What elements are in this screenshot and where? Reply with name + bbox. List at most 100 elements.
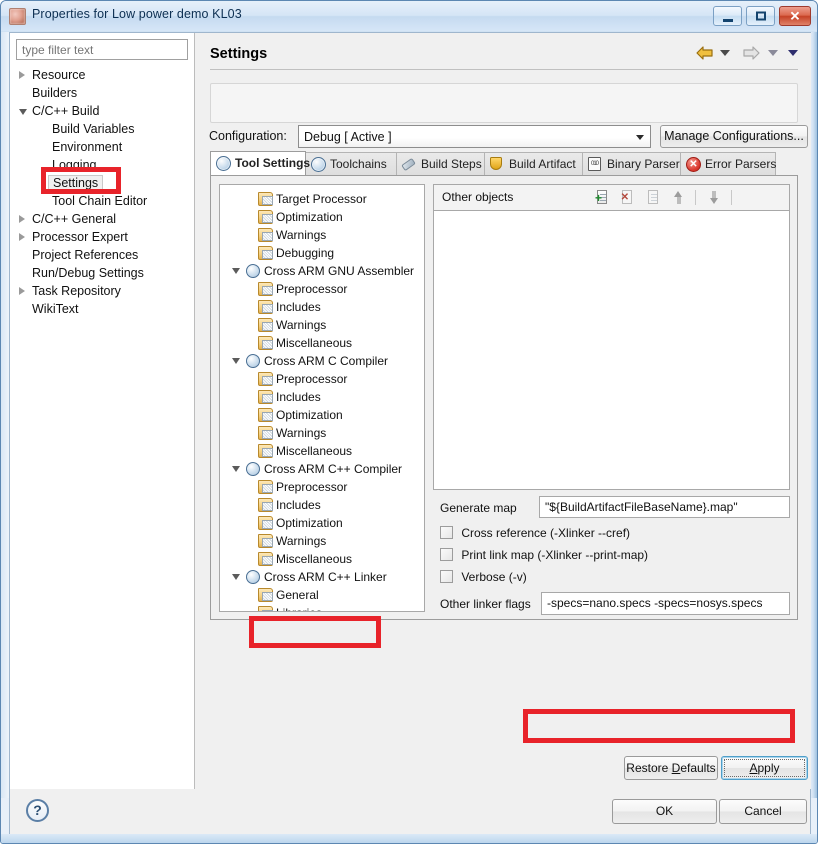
sidebar-item-project-references[interactable]: Project References (10, 246, 195, 264)
properties-page-tree: ResourceBuildersC/C++ BuildBuild Variabl… (10, 66, 195, 318)
verbose-label: Verbose (-v) (461, 570, 526, 584)
tool-tree-item-label: Preprocessor (276, 370, 347, 388)
add-icon[interactable]: + (594, 189, 610, 206)
tool-tree-item[interactable]: Debugging (220, 244, 424, 262)
tab-toolchains[interactable]: Toolchains (305, 152, 397, 175)
tool-tree-item-label: Optimization (276, 406, 343, 424)
back-arrow-icon[interactable] (695, 45, 714, 61)
tree-collapsed-arrow-icon[interactable] (19, 287, 25, 295)
tab-label: Error Parsers (705, 157, 776, 171)
tab-label: Binary Parsers (607, 157, 686, 171)
tool-options-tree[interactable]: Target ProcessorOptimizationWarningsDebu… (219, 184, 425, 612)
maximize-button[interactable] (746, 6, 775, 26)
sidebar-item-wikitext[interactable]: WikiText (10, 300, 195, 318)
minimize-button[interactable] (713, 6, 742, 26)
sidebar-item-builders[interactable]: Builders (10, 84, 195, 102)
tree-expanded-arrow-icon[interactable] (19, 109, 27, 115)
back-nav-group[interactable] (695, 45, 733, 61)
tree-expanded-arrow-icon[interactable] (232, 358, 240, 364)
configuration-select[interactable]: Debug [ Active ] (298, 125, 651, 148)
tree-collapsed-arrow-icon[interactable] (19, 71, 25, 79)
tool-tree-item[interactable]: Preprocessor (220, 280, 424, 298)
tool-tree-item[interactable]: Optimization (220, 406, 424, 424)
tree-collapsed-arrow-icon[interactable] (19, 233, 25, 241)
sidebar-item-environment[interactable]: Environment (10, 138, 195, 156)
sidebar-item-label: Resource (32, 66, 86, 84)
folder-icon (258, 300, 273, 314)
other-linker-flags-input[interactable]: -specs=nano.specs -specs=nosys.specs (541, 592, 790, 615)
help-button[interactable]: ? (26, 799, 49, 822)
folder-icon (258, 336, 273, 350)
tab-tool-settings[interactable]: Tool Settings (210, 151, 306, 175)
tool-tree-item[interactable]: Miscellaneous (220, 334, 424, 352)
sidebar-item-c-c-build[interactable]: C/C++ Build (10, 102, 195, 120)
tool-tree-item[interactable]: Libraries (220, 604, 424, 612)
tab-build-steps[interactable]: Build Steps (396, 152, 485, 175)
print-link-map-checkbox-row[interactable]: Print link map (-Xlinker --print-map) (440, 548, 648, 562)
globe-icon (246, 462, 260, 476)
tool-tree-item-label: Includes (276, 388, 321, 406)
tool-tree-item[interactable]: Warnings (220, 532, 424, 550)
tree-expanded-arrow-icon[interactable] (232, 574, 240, 580)
tree-expanded-arrow-icon[interactable] (232, 466, 240, 472)
sidebar-item-processor-expert[interactable]: Processor Expert (10, 228, 195, 246)
manage-configurations-button[interactable]: Manage Configurations... (660, 125, 808, 148)
tool-tree-item-label: Preprocessor (276, 280, 347, 298)
restore-defaults-button[interactable]: Restore Defaults (624, 756, 718, 780)
tool-tree-item[interactable]: Includes (220, 298, 424, 316)
tool-tree-item[interactable]: Optimization (220, 208, 424, 226)
sidebar-item-resource[interactable]: Resource (10, 66, 195, 84)
tool-tree-item[interactable]: Preprocessor (220, 478, 424, 496)
tool-tree-item[interactable]: Cross ARM C++ Compiler (220, 460, 424, 478)
page-menu-chevron-down-icon[interactable] (788, 50, 798, 56)
sidebar-item-logging[interactable]: Logging (10, 156, 195, 174)
sidebar-item-build-variables[interactable]: Build Variables (10, 120, 195, 138)
sidebar-item-run-debug-settings[interactable]: Run/Debug Settings (10, 264, 195, 282)
tool-tree-item[interactable]: Cross ARM GNU Assembler (220, 262, 424, 280)
tool-tree-item-label: Cross ARM C++ Compiler (264, 460, 402, 478)
tool-tree-item[interactable]: Includes (220, 388, 424, 406)
tree-expanded-arrow-icon[interactable] (232, 268, 240, 274)
generate-map-input[interactable]: "${BuildArtifactFileBaseName}.map" (539, 496, 790, 518)
title-divider (210, 69, 798, 70)
cancel-button[interactable]: Cancel (719, 799, 807, 824)
print-link-map-checkbox[interactable] (440, 548, 453, 561)
other-objects-list[interactable] (433, 210, 790, 490)
filter-input[interactable] (16, 39, 188, 60)
tool-tree-item[interactable]: General (220, 586, 424, 604)
tool-tree-item-label: Miscellaneous (276, 442, 352, 460)
tool-tree-item-label: Warnings (276, 532, 326, 550)
tab-binary-parsers[interactable]: 010Binary Parsers (582, 152, 681, 175)
tool-tree-item-label: Libraries (276, 604, 322, 612)
tool-tree-item[interactable]: Includes (220, 496, 424, 514)
verbose-checkbox[interactable] (440, 570, 453, 583)
back-dropdown-chevron-down-icon[interactable] (720, 50, 730, 56)
tree-collapsed-arrow-icon[interactable] (19, 215, 25, 223)
sidebar-item-c-c-general[interactable]: C/C++ General (10, 210, 195, 228)
tool-tree-item[interactable]: Miscellaneous (220, 442, 424, 460)
verbose-checkbox-row[interactable]: Verbose (-v) (440, 570, 527, 584)
tool-tree-item[interactable]: Preprocessor (220, 370, 424, 388)
close-button[interactable]: ✕ (779, 6, 811, 26)
title-bar[interactable]: Properties for Low power demo KL03 ✕ (1, 1, 817, 31)
tool-tree-item[interactable]: Warnings (220, 226, 424, 244)
sidebar-item-tool-chain-editor[interactable]: Tool Chain Editor (10, 192, 195, 210)
tool-tree-item[interactable]: Cross ARM C Compiler (220, 352, 424, 370)
ok-button[interactable]: OK (612, 799, 717, 824)
tool-tree-item[interactable]: Warnings (220, 424, 424, 442)
cross-reference-checkbox-row[interactable]: Cross reference (-Xlinker --cref) (440, 526, 630, 540)
cross-reference-checkbox[interactable] (440, 526, 453, 539)
tool-tree-item[interactable]: Cross ARM C++ Linker (220, 568, 424, 586)
apply-button[interactable]: Apply (721, 756, 808, 780)
tool-tree-item[interactable]: Optimization (220, 514, 424, 532)
globe-icon (311, 157, 326, 172)
restore-defaults-pre: Restore (626, 761, 671, 775)
tab-error-parsers[interactable]: ✕Error Parsers (680, 152, 776, 175)
tool-tree-item[interactable]: Target Processor (220, 190, 424, 208)
sidebar-item-task-repository[interactable]: Task Repository (10, 282, 195, 300)
tab-build-artifact[interactable]: Build Artifact (484, 152, 583, 175)
window-edge-bottom (1, 834, 818, 843)
tool-tree-item[interactable]: Miscellaneous (220, 550, 424, 568)
sidebar-item-settings[interactable]: Settings (10, 174, 195, 192)
tool-tree-item[interactable]: Warnings (220, 316, 424, 334)
